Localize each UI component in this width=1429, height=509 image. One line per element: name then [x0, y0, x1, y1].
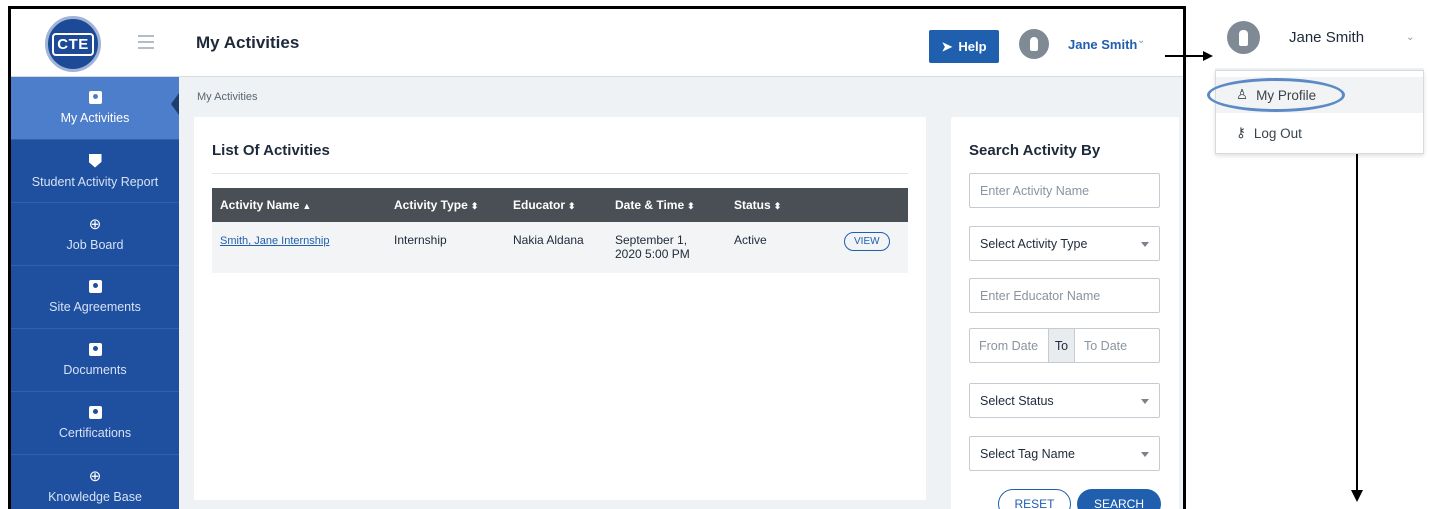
- annotation-arrow-head: [1203, 51, 1213, 61]
- calendar-icon: [88, 343, 102, 356]
- tag-name-select[interactable]: Select Tag Name: [969, 436, 1160, 471]
- activity-name-link[interactable]: Smith, Jane Internship: [220, 235, 329, 247]
- user-name[interactable]: Jane Smith: [1068, 37, 1137, 52]
- cte-logo[interactable]: CTE: [45, 16, 101, 72]
- sidebar-item-student-activity-report[interactable]: Student Activity Report: [11, 140, 179, 203]
- status-select[interactable]: Select Status: [969, 383, 1160, 418]
- sidebar-item-documents[interactable]: Documents: [11, 329, 179, 392]
- sidebar-item-label: My Activities: [60, 111, 130, 125]
- top-header: My Activities ➤ Help Jane Smith ⌄: [179, 9, 1183, 77]
- user-name[interactable]: Jane Smith: [1289, 29, 1364, 46]
- calendar-icon: [88, 406, 102, 419]
- search-title: Search Activity By: [969, 142, 1101, 159]
- column-header-activity-name[interactable]: Activity Name ▲: [212, 198, 392, 212]
- caret-down-icon: [1141, 242, 1149, 247]
- sidebar-item-label: Knowledge Base: [48, 489, 142, 504]
- app-window: CTE My Activities Student Activity Repor…: [8, 6, 1186, 509]
- column-header-educator[interactable]: Educator ⬍: [513, 198, 615, 212]
- key-icon: ⚷: [1236, 125, 1246, 140]
- send-icon: ➤: [941, 38, 953, 54]
- sidebar-item-site-agreements[interactable]: Site Agreements: [11, 266, 179, 329]
- sort-icon: ⬍: [568, 201, 576, 211]
- educator-name-input[interactable]: Enter Educator Name: [969, 278, 1160, 313]
- annotation-arrow: [1356, 117, 1358, 491]
- globe-icon: ⊕: [88, 467, 102, 485]
- date-time-cell: September 1, 2020 5:00 PM: [615, 233, 690, 261]
- view-button[interactable]: VIEW: [844, 232, 890, 251]
- globe-icon: ⊕: [88, 215, 102, 233]
- sort-icon: ⬍: [470, 201, 479, 211]
- calendar-icon: [88, 280, 102, 293]
- breadcrumb[interactable]: My Activities: [197, 91, 258, 103]
- help-button-label: Help: [958, 39, 987, 54]
- sidebar-item-label: Job Board: [66, 237, 124, 252]
- column-header-status[interactable]: Status ⬍: [734, 198, 844, 212]
- chevron-down-icon[interactable]: ⌄: [1406, 32, 1414, 43]
- to-date-input[interactable]: To Date: [1075, 329, 1159, 362]
- highlight-annotation: [1207, 78, 1345, 112]
- activities-title: List Of Activities: [212, 142, 330, 159]
- activity-name-input[interactable]: Enter Activity Name: [969, 173, 1160, 208]
- logo-text: CTE: [52, 32, 94, 56]
- table-header: Activity Name ▲ Activity Type ⬍ Educator ⬍ …: [212, 188, 908, 222]
- sidebar-item-certifications[interactable]: Certifications: [11, 392, 179, 455]
- sidebar-item-my-activities[interactable]: My Activities: [11, 77, 179, 140]
- status-cell: Active: [734, 233, 767, 247]
- sidebar-item-label: Certifications: [58, 426, 132, 440]
- sidebar-item-job-board[interactable]: ⊕ Job Board: [11, 203, 179, 266]
- calendar-icon: [88, 91, 102, 104]
- help-button[interactable]: ➤ Help: [929, 30, 999, 63]
- educator-cell: Nakia Aldana: [513, 233, 584, 247]
- caret-down-icon: [1141, 452, 1149, 457]
- sidebar-item-label: Site Agreements: [49, 300, 141, 314]
- caret-down-icon: [1141, 399, 1149, 404]
- user-menu-header: Jane Smith ⌄: [1215, 5, 1424, 68]
- activities-table: Activity Name ▲ Activity Type ⬍ Educator ⬍ …: [212, 188, 908, 273]
- column-header-activity-type[interactable]: Activity Type ⬍: [392, 198, 513, 212]
- active-indicator: [171, 93, 179, 115]
- from-date-input[interactable]: From Date: [970, 329, 1049, 362]
- table-row: Smith, Jane Internship Internship Nakia …: [212, 222, 908, 273]
- annotation-arrow: [1165, 55, 1205, 57]
- sort-asc-icon: ▲: [302, 201, 312, 211]
- reset-button[interactable]: RESET: [998, 489, 1071, 509]
- chevron-down-icon[interactable]: ⌄: [1137, 35, 1145, 46]
- shield-check-icon: [88, 153, 102, 168]
- sort-icon: ⬍: [773, 201, 782, 211]
- page-title: My Activities: [196, 33, 300, 52]
- search-panel: Search Activity By Enter Activity Name S…: [951, 117, 1179, 509]
- column-header-date-time[interactable]: Date & Time ⬍: [615, 198, 734, 212]
- to-label: To: [1049, 329, 1075, 362]
- divider: [212, 173, 908, 174]
- hamburger-menu-icon[interactable]: [138, 35, 154, 53]
- avatar[interactable]: [1019, 29, 1049, 59]
- search-button[interactable]: SEARCH: [1077, 489, 1161, 509]
- date-range: From Date To To Date: [969, 328, 1160, 363]
- avatar[interactable]: [1227, 21, 1260, 54]
- sidebar-item-knowledge-base[interactable]: ⊕ Knowledge Base: [11, 455, 179, 509]
- activities-card: List Of Activities Activity Name ▲ Activi…: [194, 117, 926, 500]
- sidebar-item-label: Documents: [63, 363, 127, 377]
- activity-type-select[interactable]: Select Activity Type: [969, 226, 1160, 261]
- annotation-arrow-head: [1351, 490, 1363, 502]
- sort-icon: ⬍: [687, 201, 695, 211]
- activity-type-cell: Internship: [394, 233, 447, 247]
- sidebar-item-label: Student Activity Report: [31, 174, 159, 189]
- sidebar: CTE My Activities Student Activity Repor…: [11, 9, 179, 509]
- menu-item-log-out[interactable]: ⚷ Log Out: [1216, 115, 1423, 151]
- logo-area: CTE: [11, 9, 179, 77]
